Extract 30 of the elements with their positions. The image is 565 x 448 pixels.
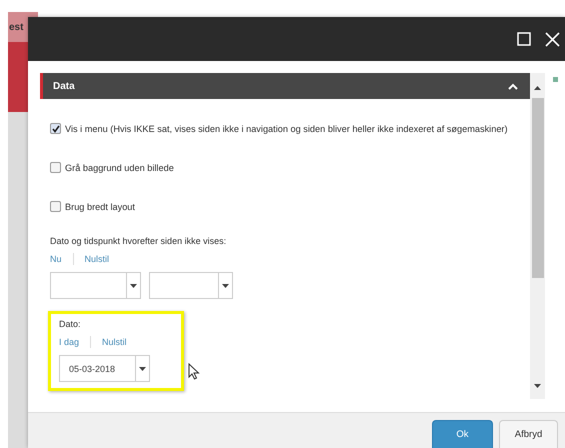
mouse-cursor-icon: [188, 363, 200, 380]
dropdown-arrow-icon: [139, 366, 146, 370]
checkbox[interactable]: [50, 162, 61, 173]
dropdown-arrow-icon: [130, 284, 137, 288]
checkbox[interactable]: [50, 201, 61, 212]
maximize-button[interactable]: [515, 30, 533, 48]
checkbox[interactable]: [50, 123, 61, 134]
field-label: Dato og tidspunkt hvorefter siden ikke vises:: [50, 236, 228, 246]
scrollbar-thumb[interactable]: [532, 98, 544, 278]
link[interactable]: Nulstil: [102, 337, 127, 347]
scroll-down-icon: [534, 384, 541, 388]
checkbox-label: Brug bredt layout: [65, 202, 135, 212]
checkbox-label: Grå baggrund uden billede: [65, 162, 174, 172]
dropdown-arrow-icon: [222, 284, 229, 288]
link[interactable]: I dag: [59, 337, 80, 347]
ok-button[interactable]: Ok: [432, 420, 493, 448]
date-field[interactable]: 05-03-2018: [59, 355, 150, 382]
select-field[interactable]: [149, 272, 233, 299]
link[interactable]: Nu: [50, 254, 62, 264]
link[interactable]: Nulstil: [84, 254, 110, 264]
checkbox-label: Vis i menu (Hvis IKKE sat, vises siden ikke i navigation og siden bliver heller ikke indexeret af søgemaskiner): [65, 124, 508, 134]
section-title: Data: [53, 80, 75, 92]
select-field[interactable]: [50, 272, 141, 299]
section-header[interactable]: Data: [40, 73, 530, 99]
scrollbar[interactable]: [530, 73, 545, 399]
scroll-up-icon: [534, 86, 541, 90]
field-label: Dato:: [59, 319, 82, 329]
cancel-button[interactable]: Afbryd: [499, 420, 558, 448]
close-button[interactable]: [543, 30, 561, 48]
status-square-icon: [553, 77, 558, 82]
